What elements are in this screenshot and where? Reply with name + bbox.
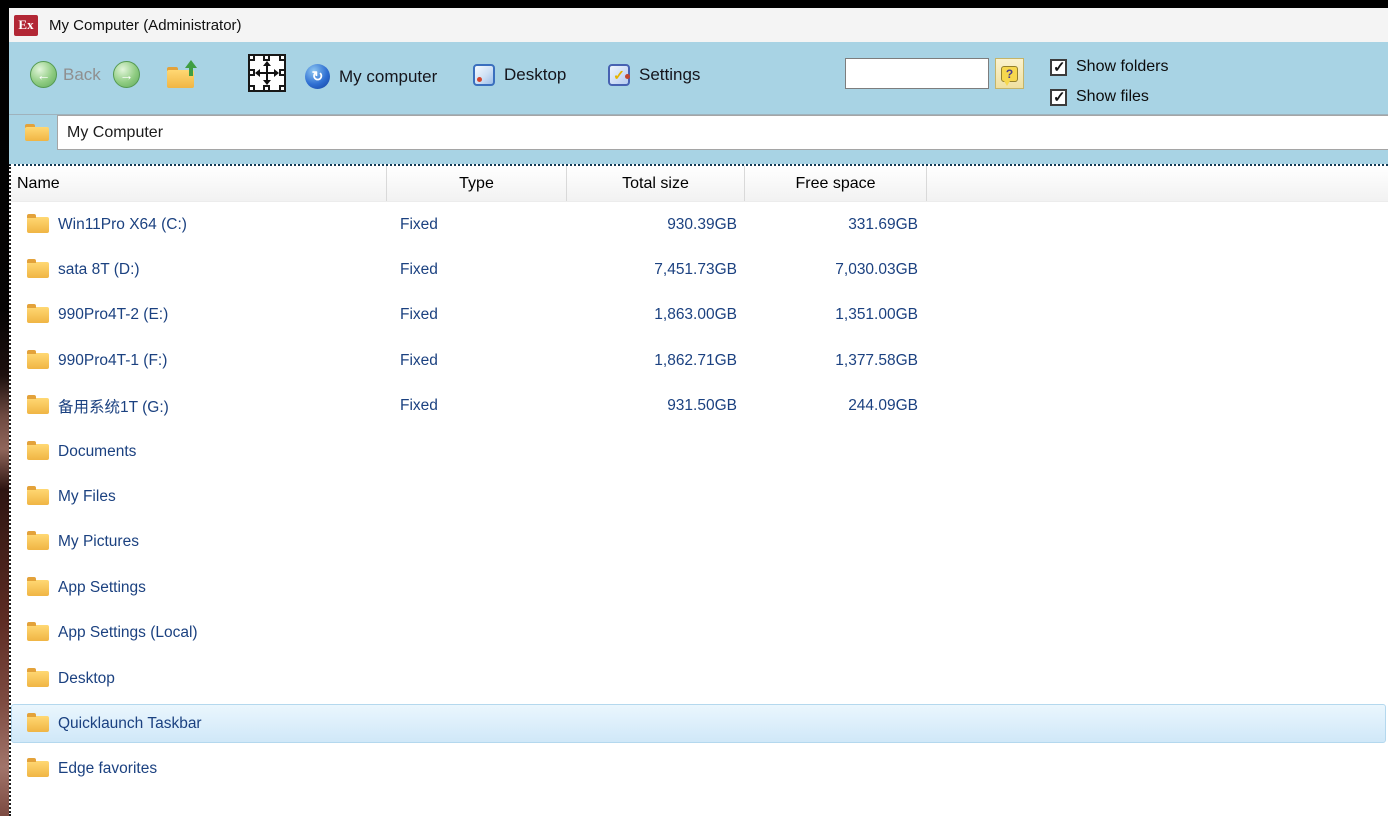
- checkbox-label: Show files: [1076, 88, 1149, 106]
- search-input[interactable]: [845, 58, 989, 89]
- table-row[interactable]: My Files: [11, 474, 1388, 519]
- folder-icon: [27, 716, 49, 732]
- item-type: Fixed: [387, 306, 567, 324]
- back-label: Back: [63, 65, 101, 85]
- titlebar: Ex My Computer (Administrator): [9, 8, 1388, 42]
- folder-icon: [27, 217, 49, 233]
- table-row[interactable]: Documents: [11, 429, 1388, 474]
- show-option-1[interactable]: Show files: [1050, 82, 1169, 112]
- show-options: Show folders Show files: [1050, 52, 1169, 112]
- item-name: My Files: [58, 488, 116, 506]
- folder-icon: [27, 671, 49, 687]
- column-header-total-size[interactable]: Total size: [567, 166, 745, 201]
- toolbar-lower-strip: [9, 150, 1388, 164]
- forward-arrow-icon: →: [120, 67, 134, 83]
- back-arrow-icon: ←: [37, 67, 51, 83]
- help-button[interactable]: ?: [995, 58, 1024, 89]
- item-name: Edge favorites: [58, 760, 157, 778]
- table-row[interactable]: Edge favorites: [11, 747, 1388, 792]
- desktop-wallpaper-edge: [0, 0, 9, 816]
- list-header: Name Type Total size Free space: [11, 166, 1388, 202]
- item-name: 990Pro4T-1 (F:): [58, 352, 167, 370]
- up-arrow-icon: [185, 60, 197, 68]
- table-row[interactable]: Quicklaunch Taskbar: [11, 701, 1388, 746]
- item-name: sata 8T (D:): [58, 261, 140, 279]
- folder-icon: [27, 489, 49, 505]
- file-list: Win11Pro X64 (C:)Fixed930.39GB331.69GBsa…: [11, 202, 1388, 792]
- column-header-name[interactable]: Name: [11, 166, 387, 201]
- item-name: App Settings (Local): [58, 624, 198, 642]
- item-type: Fixed: [387, 216, 567, 234]
- item-total-size: 1,862.71GB: [567, 352, 745, 370]
- list-pane: Name Type Total size Free space Win11Pro…: [9, 164, 1388, 816]
- table-row[interactable]: sata 8T (D:) Fixed7,451.73GB7,030.03GB: [11, 247, 1388, 292]
- settings-button[interactable]: ✓ Settings: [608, 64, 700, 86]
- desktop-label: Desktop: [504, 65, 566, 85]
- folder-icon: [27, 534, 49, 550]
- item-type: Fixed: [387, 352, 567, 370]
- item-free-space: 244.09GB: [745, 397, 927, 415]
- table-row[interactable]: Win11Pro X64 (C:) Fixed930.39GB331.69GB: [11, 202, 1388, 247]
- table-row[interactable]: 备用系统1T (G:) Fixed931.50GB244.09GB: [11, 384, 1388, 429]
- settings-icon: ✓: [608, 64, 630, 86]
- my-computer-button[interactable]: ↻ My computer: [305, 64, 437, 89]
- item-type: Fixed: [387, 261, 567, 279]
- app-logo-icon: Ex: [14, 15, 38, 36]
- grid-move-icon[interactable]: [248, 54, 286, 92]
- table-row[interactable]: App Settings: [11, 565, 1388, 610]
- table-row[interactable]: App Settings (Local): [11, 611, 1388, 656]
- item-total-size: 7,451.73GB: [567, 261, 745, 279]
- table-row[interactable]: My Pictures: [11, 520, 1388, 565]
- back-button[interactable]: ←: [30, 61, 57, 88]
- toolbar: ← Back → ↻ My computer: [9, 42, 1388, 114]
- item-name: Documents: [58, 443, 136, 461]
- column-header-filler: [927, 166, 1388, 201]
- forward-button[interactable]: →: [113, 61, 140, 88]
- item-free-space: 331.69GB: [745, 216, 927, 234]
- window-title: My Computer (Administrator): [49, 17, 242, 34]
- my-computer-label: My computer: [339, 67, 437, 87]
- table-row[interactable]: Desktop: [11, 656, 1388, 701]
- my-computer-icon: ↻: [305, 64, 330, 89]
- folder-icon: [27, 625, 49, 641]
- item-free-space: 7,030.03GB: [745, 261, 927, 279]
- item-name: 备用系统1T (G:): [58, 395, 169, 417]
- column-header-type[interactable]: Type: [387, 166, 567, 201]
- checkbox-label: Show folders: [1076, 58, 1169, 76]
- item-name: 990Pro4T-2 (E:): [58, 306, 168, 324]
- desktop-button[interactable]: Desktop: [473, 64, 566, 86]
- table-row[interactable]: 990Pro4T-1 (F:) Fixed1,862.71GB1,377.58GB: [11, 338, 1388, 383]
- settings-label: Settings: [639, 65, 700, 85]
- folder-icon: [27, 353, 49, 369]
- item-name: My Pictures: [58, 533, 139, 551]
- help-icon: ?: [1001, 66, 1018, 82]
- item-free-space: 1,377.58GB: [745, 352, 927, 370]
- folder-icon: [27, 761, 49, 777]
- item-total-size: 930.39GB: [567, 216, 745, 234]
- item-name: Win11Pro X64 (C:): [58, 216, 187, 234]
- item-total-size: 931.50GB: [567, 397, 745, 415]
- folder-icon: [27, 580, 49, 596]
- item-type: Fixed: [387, 397, 567, 415]
- checkbox[interactable]: [1050, 89, 1067, 106]
- explorer-window: Ex My Computer (Administrator) ← Back →: [9, 8, 1388, 816]
- address-input[interactable]: [57, 115, 1388, 150]
- item-free-space: 1,351.00GB: [745, 306, 927, 324]
- folder-icon: [27, 398, 49, 414]
- folder-icon: [27, 262, 49, 278]
- item-name: App Settings: [58, 579, 146, 597]
- item-name: Quicklaunch Taskbar: [58, 715, 202, 733]
- show-option-0[interactable]: Show folders: [1050, 52, 1169, 82]
- column-header-free-space[interactable]: Free space: [745, 166, 927, 201]
- desktop-icon: [473, 64, 495, 86]
- folder-icon: [27, 444, 49, 460]
- item-name: Desktop: [58, 670, 115, 688]
- folder-icon: [27, 307, 49, 323]
- address-bar: [9, 114, 1388, 150]
- checkbox[interactable]: [1050, 59, 1067, 76]
- address-folder-icon: [25, 123, 49, 141]
- up-folder-button[interactable]: [167, 64, 199, 88]
- item-total-size: 1,863.00GB: [567, 306, 745, 324]
- table-row[interactable]: 990Pro4T-2 (E:) Fixed1,863.00GB1,351.00GB: [11, 293, 1388, 338]
